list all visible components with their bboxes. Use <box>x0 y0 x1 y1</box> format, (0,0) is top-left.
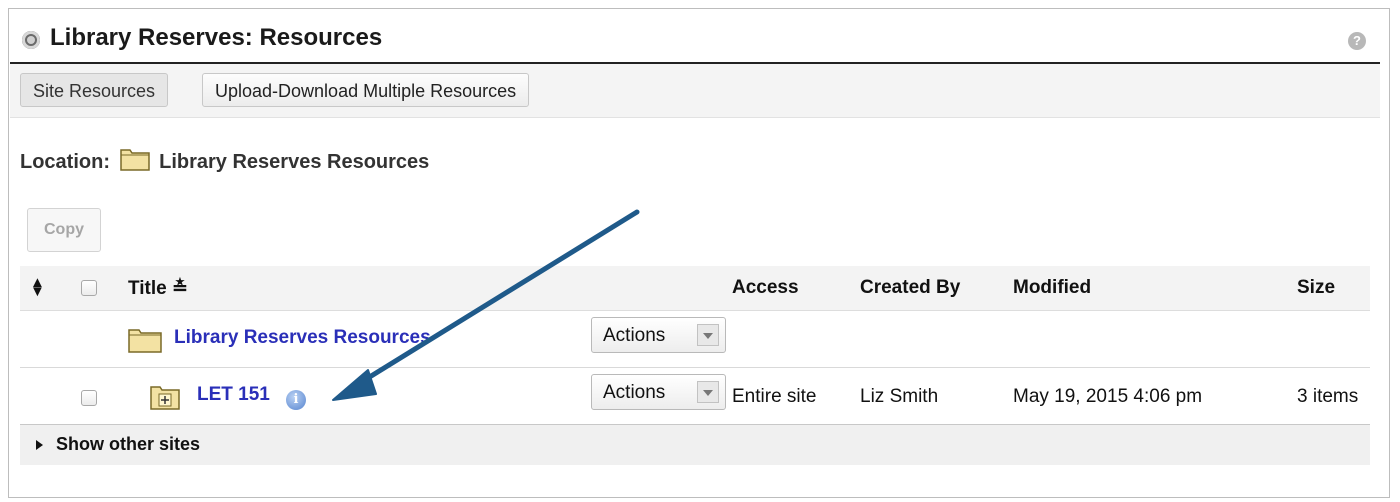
page-title: Library Reserves: Resources <box>50 24 383 51</box>
show-other-sites-link[interactable]: Show other sites <box>56 434 200 455</box>
reorder-icon[interactable]: ▲ ▼ <box>30 275 45 299</box>
table-row: Library Reserves Resources Actions <box>20 311 1370 368</box>
upload-download-multiple-button[interactable]: Upload-Download Multiple Resources <box>202 73 530 107</box>
chevron-down-icon <box>697 324 719 346</box>
table-row: LET 151 i Actions Entire site Liz Smith … <box>20 368 1370 425</box>
chevron-down-icon <box>697 381 719 403</box>
table-header-row: ▲ ▼ Title ≛ Access Created By Modified Si… <box>20 266 1370 311</box>
access-cell: Entire site <box>732 386 817 407</box>
column-header-title[interactable]: Title ≛ <box>128 277 188 300</box>
location-breadcrumb: Location: Library Reserves Resources <box>20 147 429 177</box>
created-by-cell: Liz Smith <box>860 386 939 407</box>
resources-table: ▲ ▼ Title ≛ Access Created By Modified Si… <box>20 266 1370 465</box>
expand-folder-icon[interactable] <box>150 384 180 416</box>
resources-tool-icon <box>22 31 40 49</box>
actions-label: Actions <box>603 325 666 346</box>
actions-label: Actions <box>603 382 666 403</box>
location-label: Location: <box>20 151 110 173</box>
help-icon[interactable]: ? <box>1348 32 1366 50</box>
location-folder-name: Library Reserves Resources <box>159 151 430 173</box>
info-icon[interactable]: i <box>286 385 306 410</box>
size-cell: 3 items <box>1297 386 1359 407</box>
site-resources-button[interactable]: Site Resources <box>20 73 169 107</box>
column-header-access: Access <box>732 277 799 298</box>
folder-icon[interactable] <box>128 327 162 359</box>
actions-menu-button[interactable]: Actions <box>591 317 726 353</box>
expand-triangle-icon <box>36 440 43 450</box>
folder-title-link[interactable]: Library Reserves Resources <box>174 327 431 349</box>
column-header-created-by: Created By <box>860 277 961 298</box>
column-header-size: Size <box>1297 277 1336 298</box>
sort-ascending-icon[interactable]: ≛ <box>172 278 188 299</box>
tool-navbar: Site Resources Upload-Download Multiple … <box>10 64 1380 118</box>
item-title-link[interactable]: LET 151 <box>197 384 270 406</box>
item-checkbox[interactable] <box>81 390 97 406</box>
column-header-modified: Modified <box>1013 277 1092 298</box>
copy-button[interactable]: Copy <box>27 208 101 252</box>
tool-title-bar: Library Reserves: Resources ? <box>10 10 1380 64</box>
select-all-checkbox[interactable] <box>81 280 97 296</box>
folder-icon <box>119 147 150 177</box>
show-other-sites-row[interactable]: Show other sites <box>20 425 1370 465</box>
actions-menu-button[interactable]: Actions <box>591 374 726 410</box>
modified-cell: May 19, 2015 4:06 pm <box>1013 386 1203 407</box>
